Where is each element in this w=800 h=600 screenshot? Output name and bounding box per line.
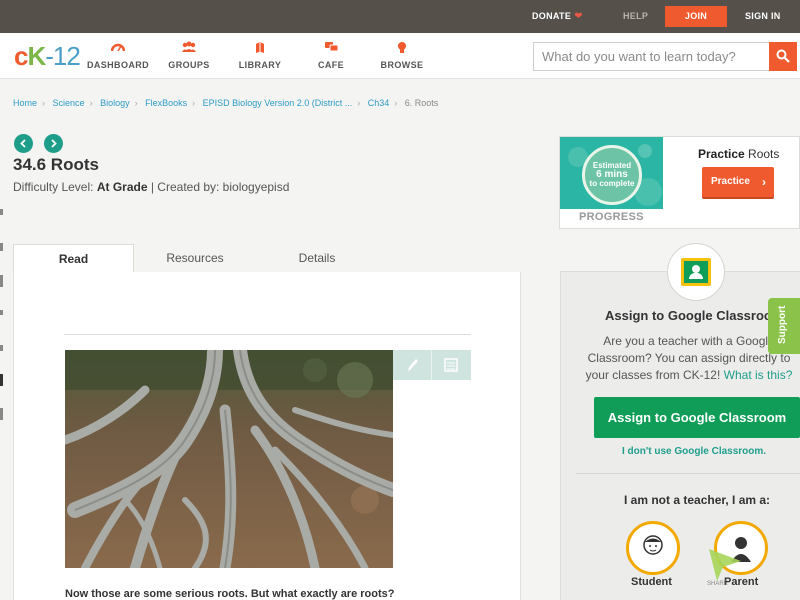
image-tools (393, 350, 471, 380)
google-classroom-badge (667, 243, 725, 301)
pencil-icon (408, 359, 418, 371)
nav-groups[interactable]: GROUPS (154, 41, 224, 70)
search-button[interactable] (769, 42, 797, 71)
lesson-intro-text: Now those are some serious roots. But wh… (65, 588, 395, 600)
breadcrumb-current: 6. Roots (404, 98, 439, 108)
side-toolbar-fragment (0, 243, 3, 251)
tree-roots-photo (65, 350, 393, 568)
page-title: 34.6 Roots (13, 155, 99, 174)
donate-link[interactable]: DONATE ❤ (532, 0, 583, 33)
share-label: SHARE (707, 581, 728, 587)
nav-cafe[interactable]: CAFE (296, 41, 366, 70)
tab-resources[interactable]: Resources (134, 244, 256, 273)
practice-title: Practice Roots (698, 147, 780, 161)
chevron-left-icon (20, 139, 26, 148)
chevron-right-icon (51, 139, 57, 148)
side-toolbar-fragment (0, 310, 3, 315)
previous-lesson-button[interactable] (14, 134, 33, 153)
heart-icon: ❤ (574, 11, 583, 22)
side-toolbar-fragment (0, 209, 3, 215)
google-classroom-title: Assign to Google Classroom (605, 308, 784, 323)
side-toolbar-fragment (0, 275, 3, 287)
breadcrumb-item-flexbooks[interactable]: FlexBooks (145, 98, 187, 108)
progress-label: PROGRESS (579, 211, 644, 223)
student-label: Student (631, 576, 672, 588)
estimated-time-badge: Estimated 6 mins to complete (582, 145, 642, 205)
support-tab[interactable]: Support (768, 298, 800, 354)
no-google-classroom-link[interactable]: I don't use Google Classroom. (622, 446, 766, 457)
breadcrumb-item-episd[interactable]: EPISD Biology Version 2.0 (District ... (203, 98, 353, 108)
side-toolbar-fragment (0, 345, 3, 351)
student-role-button[interactable] (626, 521, 680, 575)
nav-dashboard[interactable]: DASHBOARD (83, 41, 153, 70)
assign-google-classroom-button[interactable]: Assign to Google Classroom (594, 397, 800, 438)
breadcrumb-item-biology[interactable]: Biology (100, 98, 130, 108)
lightbulb-icon (367, 41, 437, 57)
next-lesson-button[interactable] (44, 134, 63, 153)
tab-read[interactable]: Read (13, 244, 134, 273)
top-bar: DONATE ❤ HELP JOIN SIGN IN (0, 0, 800, 33)
difficulty-value: At Grade (96, 180, 148, 194)
search-input[interactable] (533, 42, 770, 71)
chevron-right-icon: › (762, 175, 766, 189)
google-classroom-icon (681, 258, 711, 286)
help-link[interactable]: HELP (623, 0, 648, 33)
side-toolbar-fragment (0, 374, 3, 386)
practice-card: Estimated 6 mins to complete PROGRESS Pr… (559, 136, 800, 229)
read-content-panel: Now those are some serious roots. But wh… (13, 272, 521, 600)
join-button[interactable]: JOIN (665, 6, 727, 27)
notes-icon (444, 358, 458, 372)
notes-button[interactable] (432, 350, 471, 380)
student-avatar-icon (643, 535, 663, 555)
role-question: I am not a teacher, I am a: (624, 493, 771, 507)
chat-bubbles-icon (296, 41, 366, 57)
breadcrumb-item-home[interactable]: Home (13, 98, 37, 108)
nav-library[interactable]: LIBRARY (225, 41, 295, 70)
annotate-button[interactable] (393, 350, 432, 380)
tab-details[interactable]: Details (256, 244, 378, 273)
ck12-logo[interactable]: cK-12 (14, 43, 81, 69)
practice-button[interactable]: Practice › (702, 167, 774, 197)
breadcrumb-item-science[interactable]: Science (53, 98, 85, 108)
nav-browse[interactable]: BROWSE (367, 41, 437, 70)
side-toolbar-fragment (0, 408, 3, 420)
practice-progress-graphic: Estimated 6 mins to complete (560, 137, 663, 209)
library-icon (225, 41, 295, 57)
share-icon[interactable] (707, 547, 743, 581)
breadcrumb-item-chapter[interactable]: Ch34 (368, 98, 390, 108)
difficulty-info: Difficulty Level: At Grade | Created by:… (13, 180, 290, 194)
main-header: cK-12 DASHBOARD GROUPS LIBRARY CAFE BROW… (0, 33, 800, 79)
groups-icon (154, 41, 224, 57)
classroom-divider (576, 473, 800, 474)
google-classroom-description: Are you a teacher with a Google Classroo… (585, 334, 793, 382)
content-divider (64, 334, 471, 335)
content-tabs: Read Resources Details (13, 244, 521, 273)
what-is-this-link[interactable]: What is this? (724, 368, 793, 382)
search-icon (776, 49, 790, 63)
breadcrumb: Home › Science › Biology › FlexBooks › EPISD… (13, 98, 439, 108)
dashboard-icon (83, 41, 153, 57)
sign-in-link[interactable]: SIGN IN (745, 0, 781, 33)
